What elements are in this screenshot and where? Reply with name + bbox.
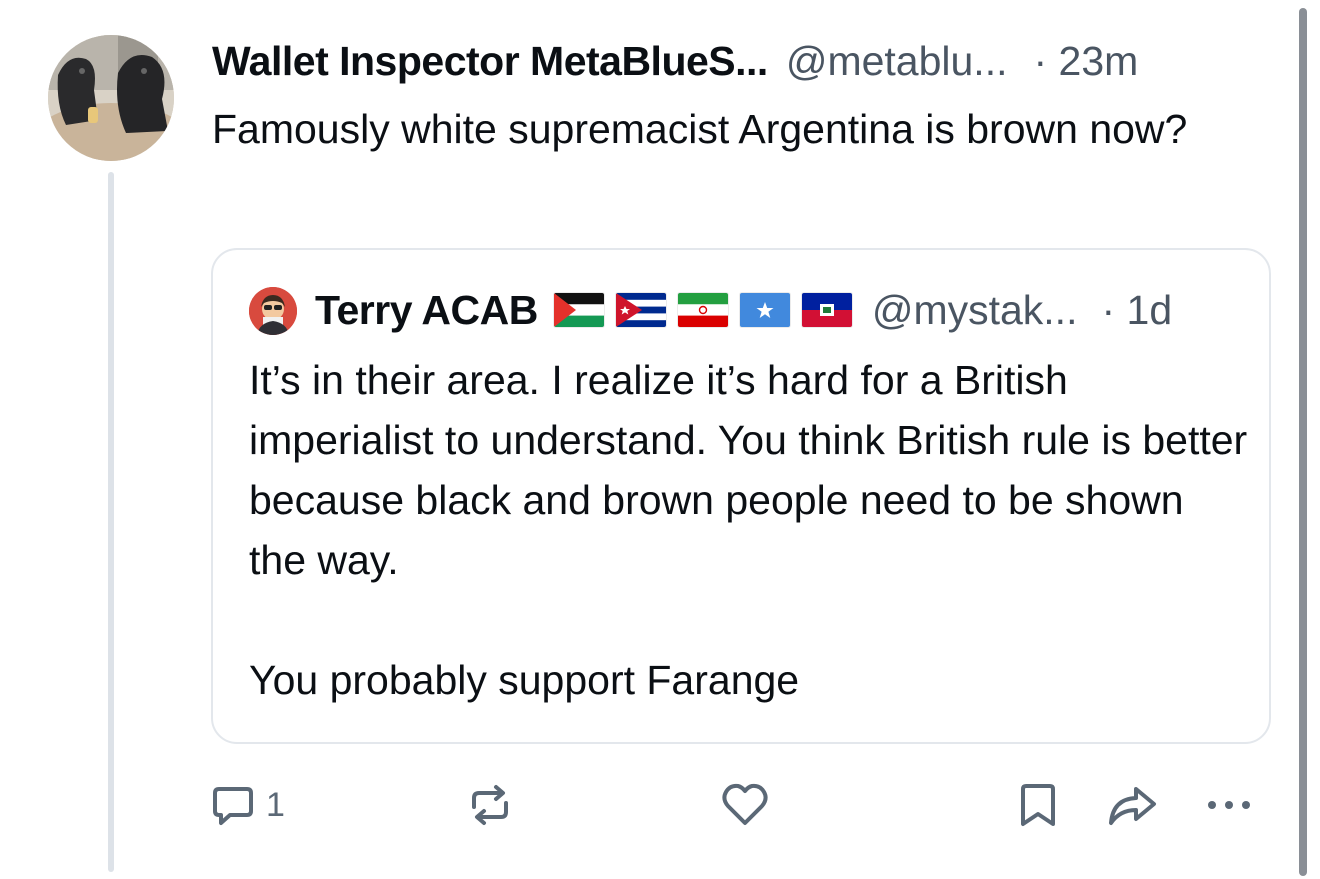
more-options-button[interactable] (1204, 770, 1254, 840)
bookmark-icon (1021, 784, 1055, 826)
thread-line (108, 172, 114, 872)
haiti-flag-icon (801, 293, 852, 327)
author-handle[interactable]: @metablu... (786, 36, 1008, 86)
author-avatar-image (48, 35, 174, 161)
scrollbar[interactable] (1299, 8, 1307, 876)
quoted-author-handle[interactable]: @mystak... (872, 284, 1078, 336)
quoted-post-header: Terry ACAB @mystak... · 1d (315, 284, 1255, 336)
quoted-post-text: It’s in their area. I realize it’s hard … (249, 350, 1249, 710)
repost-icon (472, 785, 508, 825)
flag-emojis (553, 293, 864, 327)
post-timestamp[interactable]: · 23m (1033, 36, 1138, 86)
quoted-author-avatar-image (249, 287, 297, 335)
share-icon (1109, 787, 1156, 825)
like-button[interactable] (720, 770, 770, 840)
quoted-post-timestamp[interactable]: · 1d (1101, 284, 1172, 336)
action-bar: 1 (0, 770, 1300, 840)
quoted-post-paragraph: It’s in their area. I realize it’s hard … (249, 357, 1248, 583)
share-button[interactable] (1106, 770, 1160, 840)
reply-icon (213, 787, 253, 825)
bookmark-button[interactable] (1016, 770, 1060, 840)
palestine-flag-icon (553, 293, 604, 327)
quoted-author-name[interactable]: Terry ACAB (315, 284, 538, 336)
author-name[interactable]: Wallet Inspector MetaBlueS... (212, 36, 768, 86)
somalia-flag-icon (739, 293, 790, 327)
repost-button[interactable] (466, 770, 514, 840)
post-view: Wallet Inspector MetaBlueS... @metablu..… (0, 0, 1320, 879)
quoted-post-paragraph: You probably support Farange (249, 657, 800, 703)
reply-count: 1 (266, 785, 285, 824)
quoted-post-card[interactable]: Terry ACAB @mystak... · 1d It’s in their… (211, 248, 1271, 744)
cuba-flag-icon (615, 293, 666, 327)
post-header: Wallet Inspector MetaBlueS... @metablu..… (212, 36, 1282, 86)
like-icon (722, 783, 768, 825)
author-avatar[interactable] (48, 35, 174, 161)
reply-button[interactable]: 1 (210, 770, 285, 840)
more-icon (1208, 801, 1250, 809)
iran-flag-icon (677, 293, 728, 327)
quoted-author-avatar[interactable] (249, 287, 297, 335)
post-text: Famously white supremacist Argentina is … (212, 106, 1188, 152)
